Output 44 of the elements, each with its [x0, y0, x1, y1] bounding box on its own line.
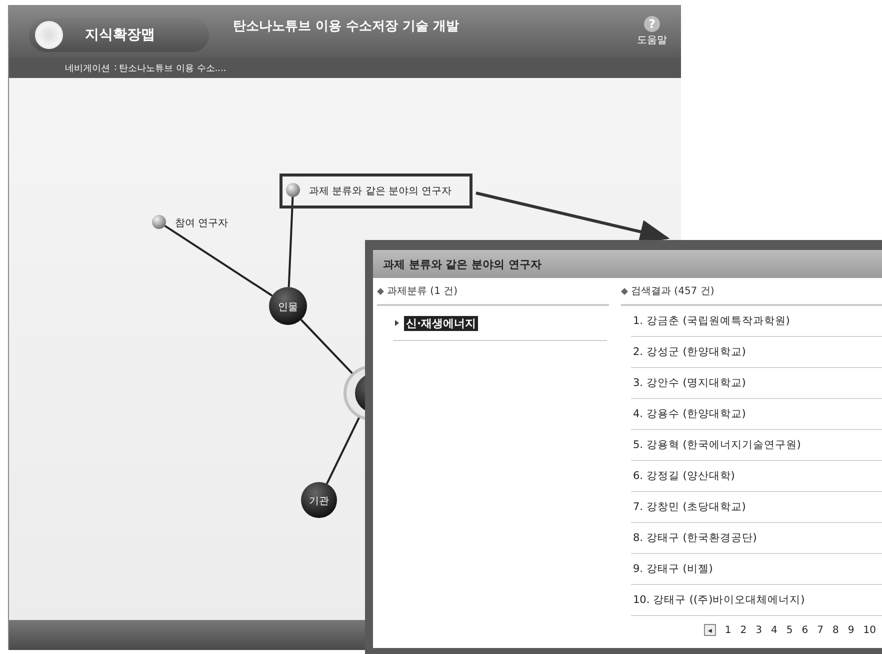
- page-link[interactable]: 8: [832, 624, 839, 636]
- section-heading: 과제분류 (1 건): [387, 285, 458, 298]
- connector-line: [326, 416, 361, 484]
- result-link[interactable]: 8. 강태구 (한국환경공단): [633, 531, 757, 545]
- breadcrumb-link[interactable]: 탄소나노튜브 이용 수소....: [119, 62, 226, 74]
- page-link[interactable]: 1: [724, 624, 732, 636]
- popup-title: 과제 분류와 같은 분야의 연구자: [373, 250, 882, 278]
- page-link[interactable]: 10: [863, 624, 876, 636]
- separator-text: :: [114, 63, 118, 73]
- node-label[interactable]: 인물: [278, 302, 298, 313]
- node-label[interactable]: 참여 연구자: [175, 218, 228, 229]
- node-label[interactable]: 과제 분류와 같은 분야의 연구자: [309, 186, 452, 197]
- result-link[interactable]: 3. 강안수 (명지대학교): [633, 376, 746, 390]
- result-link[interactable]: 2. 강성군 (한양대학교): [633, 345, 746, 359]
- result-link[interactable]: 10. 강태구 ((주)바이오대체에너지): [633, 593, 805, 607]
- page-link[interactable]: 9: [848, 624, 854, 636]
- page-link[interactable]: 2: [740, 624, 747, 636]
- page-link[interactable]: 5: [786, 624, 793, 636]
- page-link[interactable]: 7: [817, 624, 824, 636]
- bullet-icon: [621, 288, 628, 294]
- page-link[interactable]: 6: [802, 624, 808, 636]
- result-link[interactable]: 4. 강용수 (한양대학교): [633, 407, 746, 421]
- bullet-icon: [377, 288, 384, 294]
- map-node[interactable]: [152, 215, 166, 229]
- result-link[interactable]: 9. 강태구 (비젤): [633, 562, 713, 576]
- node-label[interactable]: 기관: [309, 496, 329, 507]
- result-link[interactable]: 6. 강정길 (양산대학): [633, 469, 735, 483]
- category-link[interactable]: 신·재생에너지: [404, 316, 478, 330]
- result-link[interactable]: 5. 강용혁 (한국에너지기술연구원): [633, 438, 801, 452]
- map-node[interactable]: [269, 287, 307, 325]
- page-link[interactable]: 4: [771, 624, 778, 636]
- result-link[interactable]: 7. 강창민 (초당대학교): [633, 500, 746, 514]
- map-node[interactable]: [301, 482, 337, 518]
- app-name-button[interactable]: 지식확장맵: [29, 18, 209, 52]
- previous-page-button[interactable]: ◂: [704, 624, 716, 636]
- help-button[interactable]: ? 도움말: [637, 16, 667, 47]
- connector-line: [300, 319, 354, 375]
- map-node[interactable]: [286, 183, 300, 197]
- navigation-label: 네비게이션: [65, 62, 110, 74]
- page-title: 탄소나노튜브 이용 수소저장 기술 개발: [233, 18, 460, 35]
- page-link[interactable]: 3: [756, 624, 762, 636]
- result-link[interactable]: 1. 강금춘 (국립원예특작과학원): [633, 314, 790, 328]
- section-heading: 검색결과 (457 건): [631, 285, 714, 298]
- bullet-icon: [395, 320, 399, 326]
